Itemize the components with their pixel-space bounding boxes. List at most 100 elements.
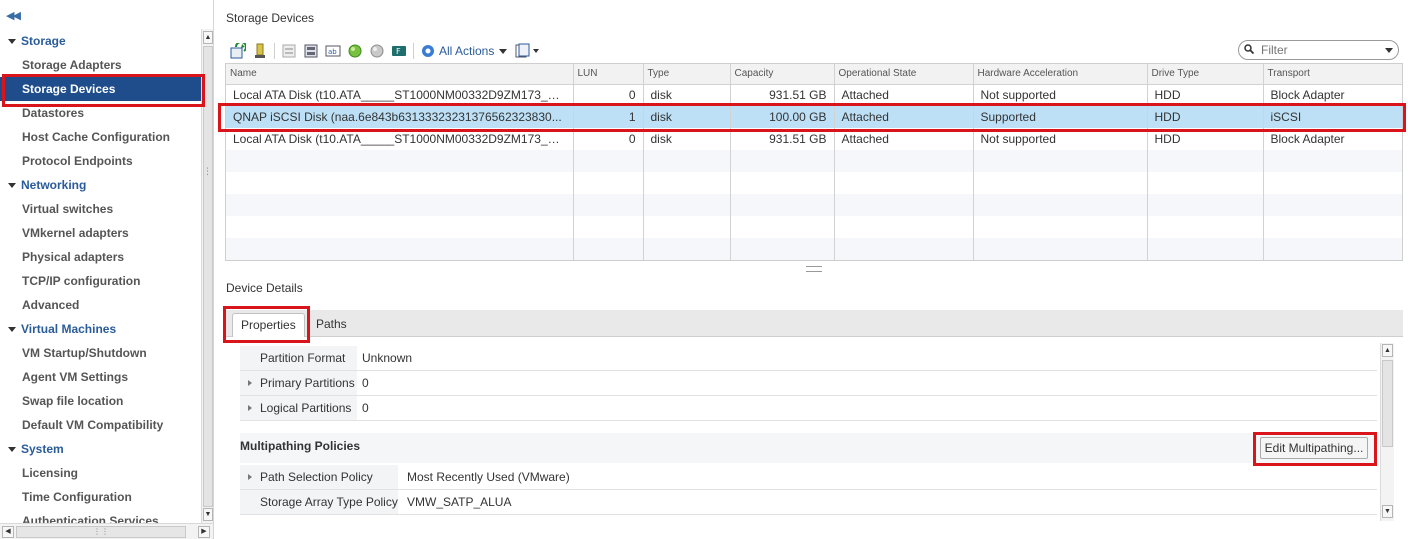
details-vertical-scrollbar[interactable]: ▲ ▼ (1380, 343, 1394, 521)
sidebar-nav: Storage Storage Adapters Storage Devices… (0, 29, 201, 523)
cell-operational-state: Attached (834, 84, 974, 106)
flash-icon[interactable]: F (391, 43, 407, 59)
rename-icon[interactable]: ab (325, 43, 341, 59)
table-row-selected[interactable]: QNAP iSCSI Disk (naa.6e843b6313332323137… (226, 106, 1402, 128)
property-row[interactable]: Path Selection Policy Most Recently Used… (240, 465, 1377, 490)
property-label: Logical Partitions (240, 396, 357, 420)
scroll-thumb[interactable] (203, 46, 213, 507)
detach-icon[interactable] (281, 43, 297, 59)
svg-text:F: F (396, 47, 401, 56)
sidebar-item-swap-file-location[interactable]: Swap file location (0, 389, 201, 413)
scroll-down-icon[interactable]: ▼ (1382, 505, 1393, 518)
sidebar-item-default-vm-compatibility[interactable]: Default VM Compatibility (0, 413, 201, 437)
table-row[interactable]: Local ATA Disk (t10.ATA_____ST1000NM0033… (226, 128, 1402, 150)
cell-hardware-acceleration: Supported (973, 106, 1148, 128)
table-row[interactable]: Local ATA Disk (t10.ATA_____ST1000NM0033… (226, 84, 1402, 106)
property-value: Unknown (362, 351, 413, 365)
filter-field[interactable] (1238, 40, 1399, 60)
sidebar-vertical-scrollbar[interactable]: ▲ ▼ (201, 29, 213, 523)
sidebar-item-physical-adapters[interactable]: Physical adapters (0, 245, 201, 269)
cell-drive-type: HDD (1147, 84, 1264, 106)
caret-down-icon (8, 327, 16, 333)
property-row: Partition Format Unknown (240, 346, 1377, 371)
nav-group-storage[interactable]: Storage (0, 29, 201, 53)
sidebar-item-vm-startup-shutdown[interactable]: VM Startup/Shutdown (0, 341, 201, 365)
sidebar-item-vmkernel-adapters[interactable]: VMkernel adapters (0, 221, 201, 245)
property-row[interactable]: Logical Partitions 0 (240, 396, 1377, 421)
grey-led-icon[interactable] (369, 43, 385, 59)
sidebar-item-virtual-switches[interactable]: Virtual switches (0, 197, 201, 221)
scroll-up-icon[interactable]: ▲ (203, 31, 213, 44)
cell-lun: 1 (573, 106, 644, 128)
cell-operational-state: Attached (834, 106, 974, 128)
sidebar-item-tcpip-configuration[interactable]: TCP/IP configuration (0, 269, 201, 293)
property-label: Primary Partitions (240, 371, 357, 395)
sidebar: ◀◀ Storage Storage Adapters Storage Devi… (0, 0, 221, 539)
cell-type: disk (643, 128, 731, 150)
tab-paths[interactable]: Paths (308, 313, 355, 337)
sidebar-item-authentication-services[interactable]: Authentication Services (0, 509, 201, 523)
caret-down-icon (8, 183, 16, 189)
caret-down-icon (8, 447, 16, 453)
nav-group-networking[interactable]: Networking (0, 173, 201, 197)
property-row[interactable]: Primary Partitions 0 (240, 371, 1377, 396)
nav-group-system[interactable]: System (0, 437, 201, 461)
tab-properties[interactable]: Properties (232, 313, 305, 337)
expand-arrow-icon[interactable] (248, 474, 252, 480)
sidebar-horizontal-scrollbar[interactable]: ◀ ⋮⋮ ▶ (0, 523, 213, 539)
scroll-thumb[interactable]: ⋮⋮ (16, 526, 186, 538)
empty-row (226, 216, 1402, 238)
cell-name: Local ATA Disk (t10.ATA_____ST1000NM0033… (226, 84, 574, 106)
sidebar-item-advanced[interactable]: Advanced (0, 293, 201, 317)
attach-icon[interactable] (252, 43, 268, 59)
sidebar-item-datastores[interactable]: Datastores (0, 101, 201, 125)
toolbar: ab F All Actions (230, 41, 547, 61)
nav-group-label: Virtual Machines (21, 322, 117, 336)
properties-list: Partition Format Unknown Primary Partiti… (240, 346, 1377, 421)
expand-arrow-icon[interactable] (248, 405, 252, 411)
page-title: Storage Devices (226, 11, 315, 25)
sidebar-item-licensing[interactable]: Licensing (0, 461, 201, 485)
panel-resize-handle[interactable] (806, 266, 822, 272)
sidebar-item-storage-devices[interactable]: Storage Devices (0, 77, 201, 101)
scroll-down-icon[interactable]: ▼ (203, 508, 213, 521)
rescan-icon[interactable] (303, 43, 319, 59)
expand-arrow-icon[interactable] (248, 380, 252, 386)
column-header-transport[interactable]: Transport (1263, 64, 1402, 85)
caret-down-icon (8, 39, 16, 45)
sidebar-item-host-cache-configuration[interactable]: Host Cache Configuration (0, 125, 201, 149)
empty-row (226, 194, 1402, 216)
nav-group-virtual-machines[interactable]: Virtual Machines (0, 317, 201, 341)
column-header-lun[interactable]: LUN (573, 64, 644, 85)
cell-lun: 0 (573, 128, 644, 150)
chevron-down-icon[interactable] (1385, 48, 1393, 53)
scroll-left-icon[interactable]: ◀ (2, 526, 14, 538)
export-list-icon[interactable] (515, 43, 541, 59)
property-label: Path Selection Policy (240, 465, 398, 489)
cell-name: QNAP iSCSI Disk (naa.6e843b6313332323137… (226, 106, 574, 128)
cell-drive-type: HDD (1147, 128, 1264, 150)
double-chevron-left-icon[interactable]: ◀◀ (6, 9, 21, 22)
scroll-thumb[interactable] (1382, 360, 1393, 447)
sidebar-item-protocol-endpoints[interactable]: Protocol Endpoints (0, 149, 201, 173)
column-header-hardware-acceleration[interactable]: Hardware Acceleration (973, 64, 1148, 85)
scroll-right-icon[interactable]: ▶ (198, 526, 210, 538)
sidebar-item-storage-adapters[interactable]: Storage Adapters (0, 53, 201, 77)
toolbar-separator (274, 43, 275, 59)
column-header-name[interactable]: Name (226, 64, 574, 85)
column-header-capacity[interactable]: Capacity (730, 64, 835, 85)
all-actions-menu[interactable]: All Actions (420, 43, 508, 59)
edit-multipathing-button[interactable]: Edit Multipathing... (1260, 437, 1368, 459)
cell-capacity: 100.00 GB (730, 106, 835, 128)
refresh-icon[interactable] (230, 43, 246, 59)
cell-capacity: 931.51 GB (730, 128, 835, 150)
scroll-up-icon[interactable]: ▲ (1382, 344, 1393, 357)
column-header-drive-type[interactable]: Drive Type (1147, 64, 1264, 85)
sidebar-item-time-configuration[interactable]: Time Configuration (0, 485, 201, 509)
sidebar-item-agent-vm-settings[interactable]: Agent VM Settings (0, 365, 201, 389)
filter-input[interactable] (1259, 43, 1377, 57)
column-header-type[interactable]: Type (643, 64, 731, 85)
green-led-icon[interactable] (347, 43, 363, 59)
property-value: Most Recently Used (VMware) (407, 470, 570, 484)
column-header-operational-state[interactable]: Operational State (834, 64, 974, 85)
